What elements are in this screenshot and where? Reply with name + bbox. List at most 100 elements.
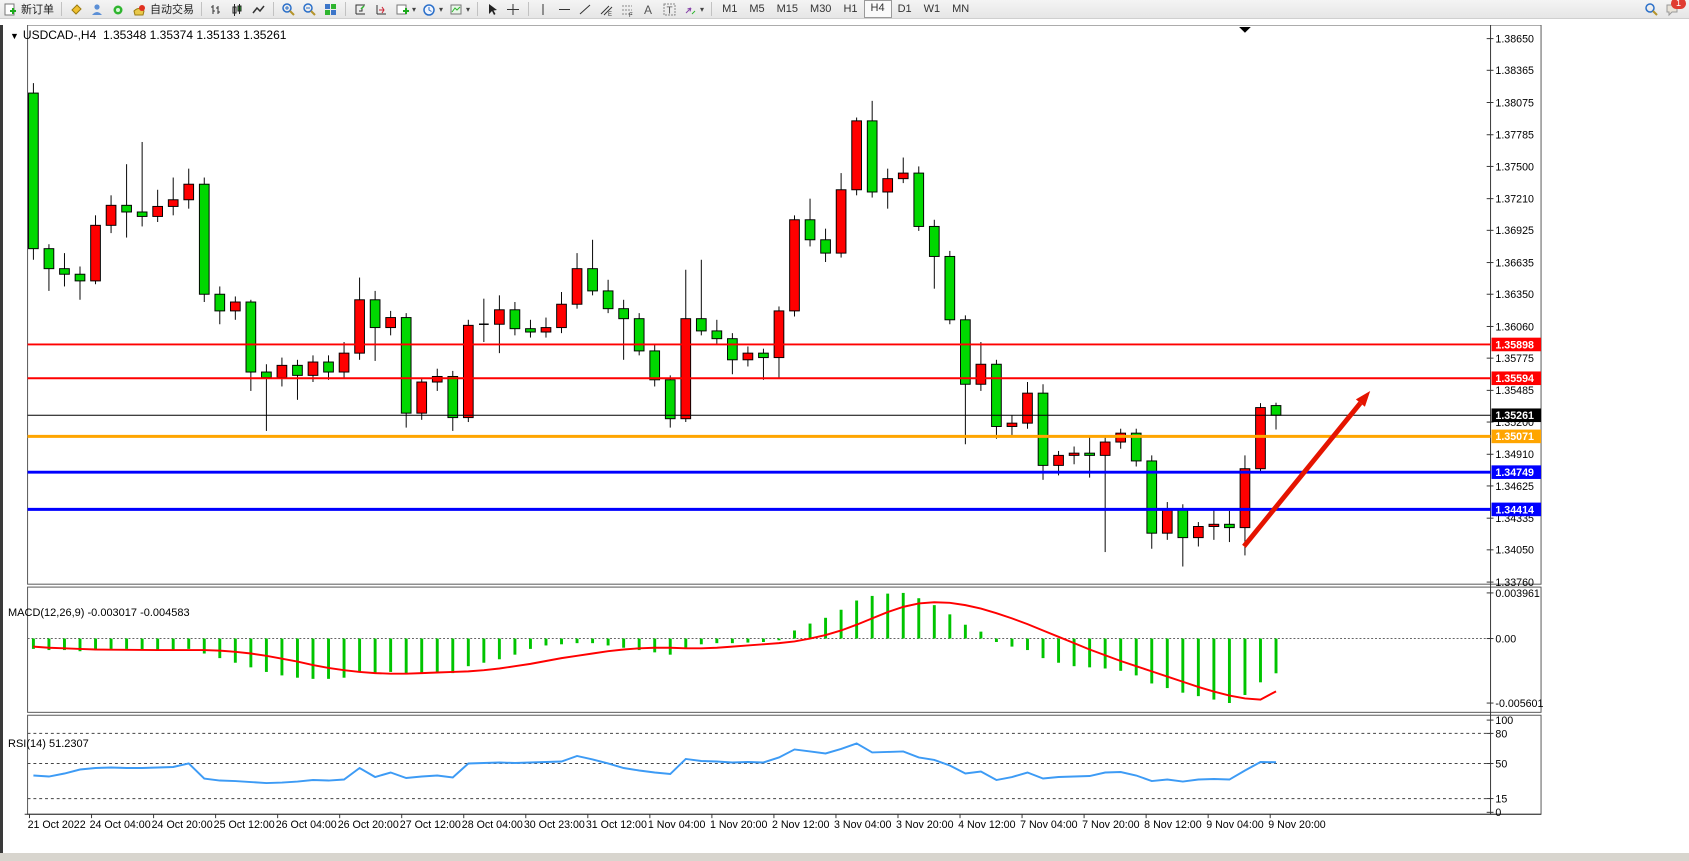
candlestick — [743, 353, 753, 360]
notifications-button[interactable]: 1 — [1662, 1, 1683, 17]
cursor-icon — [485, 2, 500, 17]
candlestick — [712, 331, 722, 339]
styler-button[interactable] — [66, 1, 87, 17]
candlestick — [945, 256, 955, 319]
candlestick — [510, 310, 520, 329]
candlestick — [29, 93, 39, 249]
svg-text:A: A — [644, 3, 652, 17]
time-tick-label: 1 Nov 04:00 — [648, 819, 706, 831]
timeframe-button-m1[interactable]: M1 — [716, 1, 743, 17]
chat-icon: 1 — [1665, 2, 1680, 17]
candlestick — [541, 328, 551, 332]
person-icon — [90, 2, 105, 17]
candlestick — [230, 302, 240, 311]
templates-button[interactable]: ▾ — [446, 1, 473, 17]
vertical-line-button[interactable] — [533, 1, 554, 17]
candlestick — [634, 319, 644, 351]
timeframe-button-w1[interactable]: W1 — [918, 1, 947, 17]
time-tick-label: 24 Oct 04:00 — [90, 819, 151, 831]
rsi-value: 51.2307 — [49, 738, 89, 750]
crosshair-button[interactable] — [503, 1, 524, 17]
time-tick-label: 2 Nov 12:00 — [772, 819, 830, 831]
chevron-down-icon[interactable]: ▾ — [439, 5, 443, 14]
bar-chart-button[interactable] — [206, 1, 227, 17]
candlestick — [153, 206, 163, 216]
price-tick-label: 1.37210 — [1495, 194, 1534, 206]
trendline-button[interactable] — [575, 1, 596, 17]
time-tick-label: 7 Nov 04:00 — [1020, 819, 1078, 831]
text-label-button[interactable]: T — [659, 1, 680, 17]
timeframe-button-m15[interactable]: M15 — [771, 1, 804, 17]
new-order-button[interactable]: 新订单 — [0, 1, 57, 17]
candlestick — [246, 302, 256, 372]
shift-chart-button[interactable] — [371, 1, 392, 17]
candlestick — [1194, 527, 1204, 538]
channel-button[interactable]: E — [596, 1, 617, 17]
macd-main-value: -0.003017 — [87, 607, 137, 619]
time-tick-label: 3 Nov 04:00 — [834, 819, 892, 831]
price-tick-label: 1.34910 — [1495, 449, 1534, 461]
candlestick — [681, 319, 691, 419]
signals-button[interactable] — [108, 1, 129, 17]
new-order-icon — [3, 2, 18, 17]
community-button[interactable] — [87, 1, 108, 17]
timeframe-button-d1[interactable]: D1 — [892, 1, 918, 17]
cursor-button[interactable] — [482, 1, 503, 17]
zoom-in-button[interactable] — [278, 1, 299, 17]
fibonacci-button[interactable]: F — [617, 1, 638, 17]
period-button[interactable]: ▾ — [419, 1, 446, 17]
toolbar: 新订单 自动交易 ▾ ▾ ▾ EFAT ▾ M1M5M15M30H1H4D1W1MN 1 — [0, 0, 1689, 19]
new-chart-button[interactable]: ▾ — [392, 1, 419, 17]
candlestick — [836, 190, 846, 253]
tile-windows-button[interactable] — [320, 1, 341, 17]
tile-windows-icon — [323, 2, 338, 17]
candlestick — [448, 376, 458, 417]
timeframe-button-h1[interactable]: H1 — [837, 1, 863, 17]
search-icon — [1644, 2, 1659, 17]
arrows-button[interactable]: ▾ — [680, 1, 707, 17]
candlestick — [277, 365, 287, 377]
time-tick-label: 31 Oct 12:00 — [586, 819, 647, 831]
price-tick-label: 1.38650 — [1495, 34, 1534, 46]
text-t-icon: T — [662, 2, 677, 17]
text-button[interactable]: A — [638, 1, 659, 17]
timeframe-button-m30[interactable]: M30 — [804, 1, 837, 17]
candlestick — [883, 179, 893, 192]
line-chart-button[interactable] — [248, 1, 269, 17]
paint-bucket-icon — [69, 2, 84, 17]
chevron-down-icon[interactable]: ▾ — [412, 5, 416, 14]
time-tick-label: 9 Nov 20:00 — [1268, 819, 1326, 831]
candlestick — [898, 173, 908, 179]
candlestick — [603, 291, 613, 309]
arrange-charts-button[interactable] — [350, 1, 371, 17]
candlestick — [1007, 423, 1017, 426]
chart-canvas[interactable]: 1.386501.383651.380751.377851.375001.372… — [0, 25, 1689, 856]
price-badge-label: 1.35261 — [1495, 410, 1534, 422]
candlestick — [821, 240, 831, 253]
candlestick — [262, 372, 272, 378]
price-badge-label: 1.35071 — [1495, 431, 1534, 443]
arrange-icon — [353, 2, 368, 17]
chevron-down-icon[interactable]: ▾ — [700, 5, 704, 14]
timeframe-button-h4[interactable]: H4 — [864, 0, 892, 18]
channel-icon: E — [599, 2, 614, 17]
chevron-down-icon[interactable]: ▾ — [466, 5, 470, 14]
candle-chart-button[interactable] — [227, 1, 248, 17]
candlestick — [1038, 393, 1048, 465]
rsi-tick-label: 50 — [1495, 758, 1507, 770]
horizontal-line-button[interactable] — [554, 1, 575, 17]
search-button[interactable] — [1641, 1, 1662, 17]
timeframe-button-m5[interactable]: M5 — [743, 1, 770, 17]
timeframe-button-mn[interactable]: MN — [946, 1, 975, 17]
crosshair-icon — [506, 2, 521, 17]
time-tick-label: 25 Oct 12:00 — [214, 819, 275, 831]
bar-chart-icon — [209, 2, 224, 17]
candlestick — [961, 320, 971, 384]
candlestick — [137, 212, 147, 216]
chart-title: ▼USDCAD-,H4 1.35348 1.35374 1.35133 1.35… — [10, 28, 286, 42]
toolbar-separator — [711, 2, 712, 16]
symbol-dropdown-icon[interactable]: ▼ — [10, 31, 19, 41]
zoom-out-button[interactable] — [299, 1, 320, 17]
autotrading-button[interactable]: 自动交易 — [129, 1, 197, 17]
macd-indicator-label: MACD(12,26,9) -0.003017 -0.004583 — [8, 607, 190, 619]
